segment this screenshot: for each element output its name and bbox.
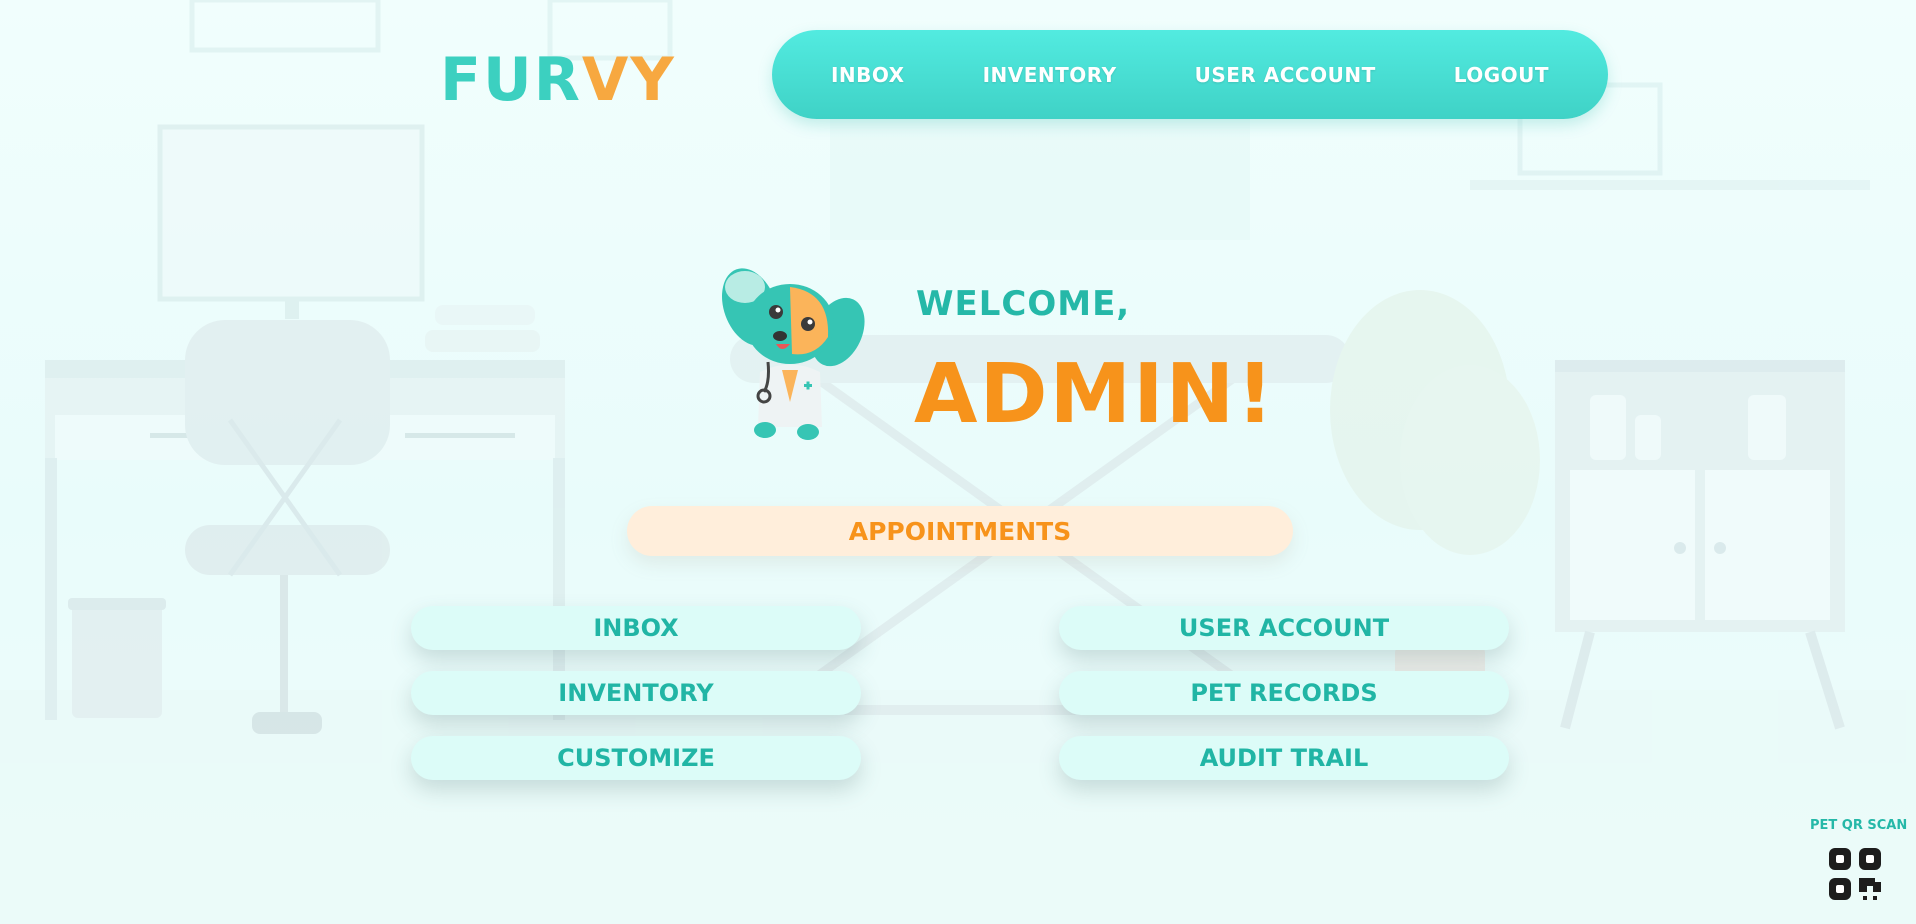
pet-records-button[interactable]: PET RECORDS [1059, 671, 1509, 715]
user-account-button[interactable]: USER ACCOUNT [1059, 606, 1509, 650]
top-navigation: INBOX INVENTORY USER ACCOUNT LOGOUT [772, 30, 1608, 119]
logo-text-part1: FUR [440, 45, 582, 115]
inbox-button[interactable]: INBOX [411, 606, 861, 650]
nav-user-account-link[interactable]: USER ACCOUNT [1195, 63, 1376, 87]
admin-name: ADMIN! [914, 347, 1276, 442]
customize-button[interactable]: CUSTOMIZE [411, 736, 861, 780]
appointments-button[interactable]: APPOINTMENTS [627, 506, 1293, 556]
nav-logout-link[interactable]: LOGOUT [1454, 63, 1549, 87]
dog-doctor-mascot-icon [720, 262, 870, 442]
room-background [0, 0, 1916, 924]
audit-trail-button[interactable]: AUDIT TRAIL [1059, 736, 1509, 780]
qr-code-icon[interactable] [1827, 846, 1883, 902]
nav-inventory-link[interactable]: INVENTORY [983, 63, 1117, 87]
nav-inbox-link[interactable]: INBOX [831, 63, 905, 87]
welcome-greeting: WELCOME, [916, 284, 1131, 324]
brand-logo[interactable]: FURVY [440, 46, 676, 114]
pet-qr-scan-label: PET QR SCAN [1810, 818, 1908, 833]
inventory-button[interactable]: INVENTORY [411, 671, 861, 715]
logo-text-part2: VY [581, 45, 676, 115]
